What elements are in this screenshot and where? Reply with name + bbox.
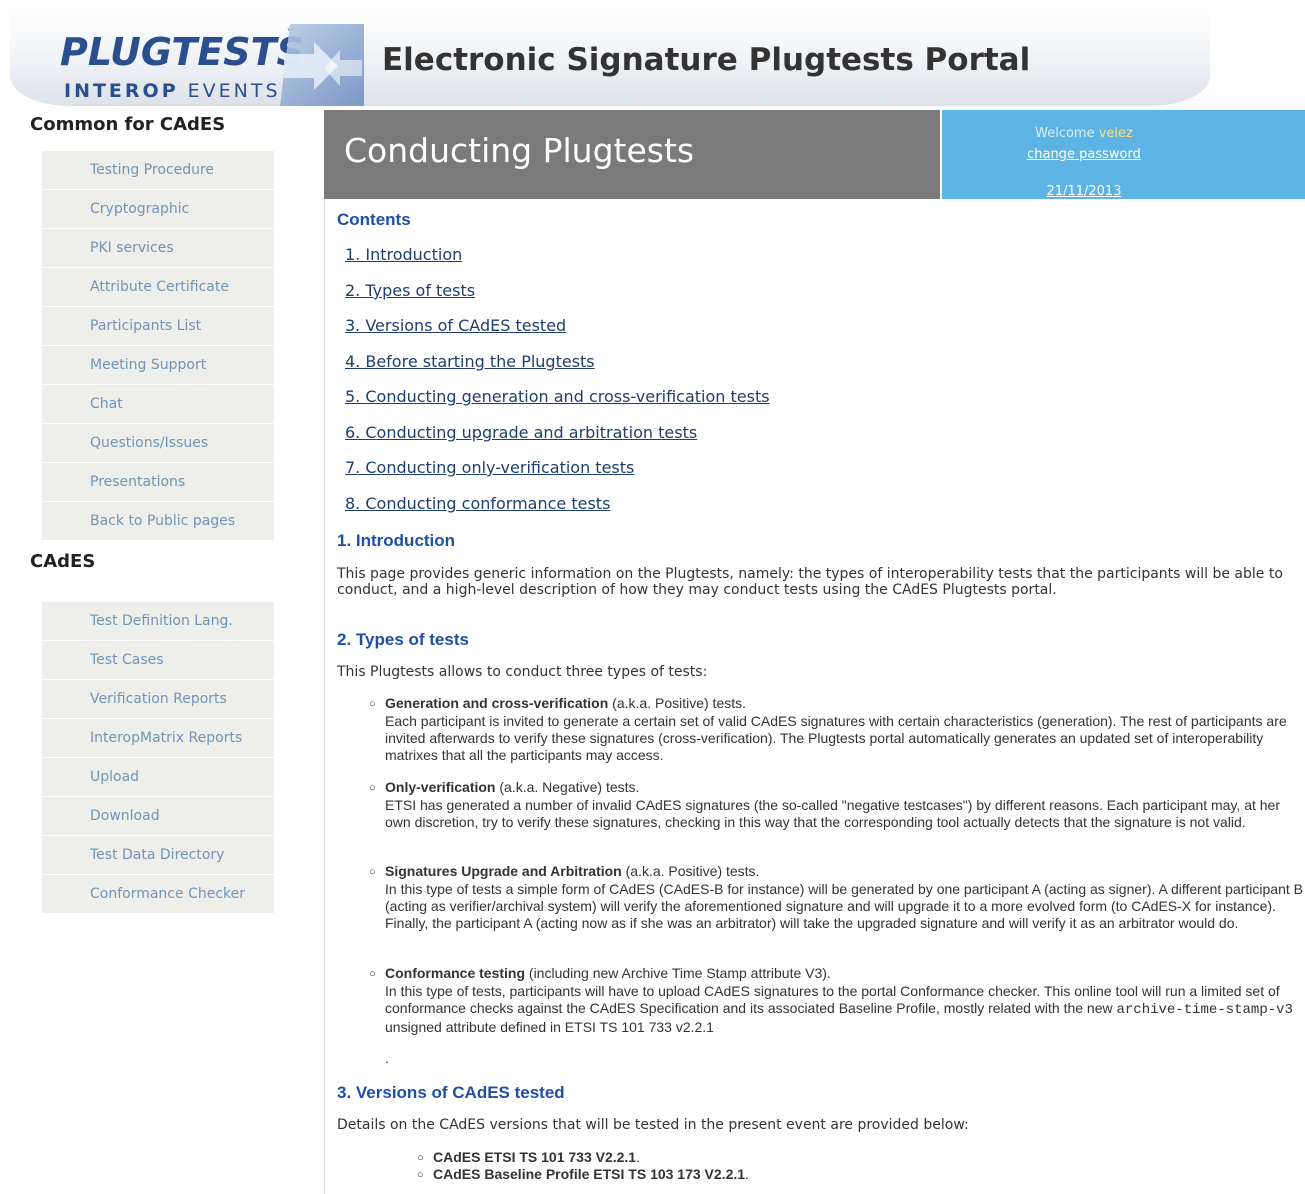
test-type-qualifier: (a.k.a. Positive) tests.	[621, 863, 760, 879]
versions-intro-text: Details on the CAdES versions that will …	[337, 1117, 969, 1133]
sidebar-heading-common: Common for CAdES	[30, 114, 226, 135]
section-heading-versions: 3. Versions of CAdES tested	[337, 1083, 565, 1102]
toc-link-upgrade-arbitration[interactable]: 6. Conducting upgrade and arbitration te…	[345, 423, 697, 442]
list-item: ○ CAdES ETSI TS 101 733 V2.2.1.	[417, 1149, 1297, 1167]
conformance-body-after: unsigned attribute defined in ETSI TS 10…	[385, 1019, 714, 1035]
page-title-bar: Conducting Plugtests	[324, 110, 940, 199]
page-title: Conducting Plugtests	[344, 131, 695, 170]
bullet-circle-icon: ○	[369, 782, 376, 794]
sidebar-menu-common: Testing Procedure Cryptographic PKI serv…	[42, 151, 274, 541]
welcome-label: Welcome	[1035, 126, 1095, 141]
sidebar-item-cryptographic[interactable]: Cryptographic	[42, 190, 274, 229]
username: velez	[1098, 126, 1133, 141]
test-type-qualifier: (a.k.a. Positive) tests.	[608, 695, 747, 711]
version-prefix: CAdES ETSI TS	[433, 1149, 542, 1165]
toc-link-only-verification[interactable]: 7. Conducting only-verification tests	[345, 458, 634, 477]
change-password-link[interactable]: change password	[942, 147, 1226, 162]
welcome-text: Welcome velez	[942, 126, 1226, 141]
test-type-qualifier: (including new Archive Time Stamp attrib…	[525, 965, 831, 981]
bullet-circle-icon: ○	[417, 1152, 424, 1164]
contents-heading: Contents	[337, 210, 411, 229]
version-suffix: .	[636, 1149, 640, 1165]
sidebar-item-testing-procedure[interactable]: Testing Procedure	[42, 151, 274, 190]
version-number: 101 733 V2.2.1	[541, 1149, 637, 1165]
user-panel: Welcome velez change password 21/11/2013	[942, 110, 1305, 199]
list-item: ○ Conformance testing (including new Arch…	[369, 965, 1304, 1036]
test-type-description: ETSI has generated a number of invalid C…	[385, 797, 1281, 830]
sidebar-item-verification-reports[interactable]: Verification Reports	[42, 680, 274, 719]
current-date[interactable]: 21/11/2013	[942, 184, 1226, 199]
test-type-title: Signatures Upgrade and Arbitration	[385, 863, 622, 879]
test-type-description: In this type of tests, participants will…	[369, 983, 1304, 1036]
bullet-circle-icon: ○	[369, 698, 376, 710]
version-suffix: .	[745, 1166, 749, 1182]
section-heading-types: 2. Types of tests	[337, 630, 469, 649]
sidebar-item-attribute-certificate[interactable]: Attribute Certificate	[42, 268, 274, 307]
test-type-title: Only-verification	[385, 779, 496, 795]
list-item: ○ Signatures Upgrade and Arbitration (a.k…	[369, 863, 1304, 932]
sidebar-item-back-to-public[interactable]: Back to Public pages	[42, 502, 274, 541]
version-number: 103 173 V2.2.1	[650, 1166, 746, 1182]
test-type-description: In this type of tests a simple form of C…	[385, 881, 1303, 931]
logo-subtitle: INTEROP EVENTS	[64, 80, 281, 102]
attribute-code: archive-time-stamp-v3	[1116, 1002, 1293, 1018]
bullet-circle-icon: ○	[369, 866, 376, 878]
toc-link-versions[interactable]: 3. Versions of CAdES tested	[345, 316, 566, 335]
sidebar-item-chat[interactable]: Chat	[42, 385, 274, 424]
sidebar-item-interopmatrix-reports[interactable]: InteropMatrix Reports	[42, 719, 274, 758]
sidebar-item-presentations[interactable]: Presentations	[42, 463, 274, 502]
sidebar-item-conformance-checker[interactable]: Conformance Checker	[42, 875, 274, 914]
list-item: ○ Generation and cross-verification (a.k.…	[369, 695, 1304, 764]
list-item: ○ CAdES Baseline Profile ETSI TS 103 173 …	[417, 1166, 1297, 1184]
sidebar-heading-cades: CAdES	[30, 551, 96, 572]
sidebar-item-meeting-support[interactable]: Meeting Support	[42, 346, 274, 385]
toc-link-before-starting[interactable]: 4. Before starting the Plugtests	[345, 352, 595, 371]
sidebar-item-download[interactable]: Download	[42, 797, 274, 836]
trailing-dot: .	[385, 1050, 389, 1066]
logo-subtitle-bold: INTEROP	[64, 80, 179, 102]
types-intro-text: This Plugtests allows to conduct three t…	[337, 664, 708, 680]
sidebar-item-participants-list[interactable]: Participants List	[42, 307, 274, 346]
site-header: PLUGTESTS ™ INTEROP EVENTS Electronic Si…	[10, 10, 1210, 106]
sidebar-item-questions-issues[interactable]: Questions/Issues	[42, 424, 274, 463]
sidebar-menu-cades: Test Definition Lang. Test Cases Verific…	[42, 602, 274, 914]
test-type-qualifier: (a.k.a. Negative) tests.	[495, 779, 640, 795]
toc-link-generation-cross-verification[interactable]: 5. Conducting generation and cross-verif…	[345, 387, 770, 406]
sidebar-item-pki-services[interactable]: PKI services	[42, 229, 274, 268]
sidebar-item-upload[interactable]: Upload	[42, 758, 274, 797]
list-item: ○ Only-verification (a.k.a. Negative) tes…	[369, 779, 1304, 831]
sidebar-item-test-data-directory[interactable]: Test Data Directory	[42, 836, 274, 875]
logo-wordmark: PLUGTESTS	[60, 30, 304, 74]
bullet-circle-icon: ○	[417, 1169, 424, 1181]
toc-link-introduction[interactable]: 1. Introduction	[345, 245, 462, 264]
logo-subtitle-rest: EVENTS	[178, 80, 281, 102]
site-title: Electronic Signature Plugtests Portal	[382, 42, 1031, 78]
test-type-title: Generation and cross-verification	[385, 695, 609, 711]
bullet-circle-icon: ○	[369, 968, 376, 980]
version-prefix: CAdES Baseline Profile ETSI TS	[433, 1166, 651, 1182]
toc-link-conformance[interactable]: 8. Conducting conformance tests	[345, 494, 610, 513]
test-type-title: Conformance testing	[385, 965, 526, 981]
interop-arrows-icon	[280, 24, 364, 106]
content-divider	[324, 200, 325, 1194]
sidebar-item-test-definition-lang[interactable]: Test Definition Lang.	[42, 602, 274, 641]
sidebar-item-test-cases[interactable]: Test Cases	[42, 641, 274, 680]
introduction-text: This page provides generic information o…	[337, 566, 1283, 598]
plugtests-logo[interactable]: PLUGTESTS ™ INTEROP EVENTS	[54, 22, 364, 108]
test-type-description: Each participant is invited to generate …	[385, 713, 1287, 763]
toc-link-types-of-tests[interactable]: 2. Types of tests	[345, 281, 475, 300]
section-heading-introduction: 1. Introduction	[337, 531, 456, 550]
